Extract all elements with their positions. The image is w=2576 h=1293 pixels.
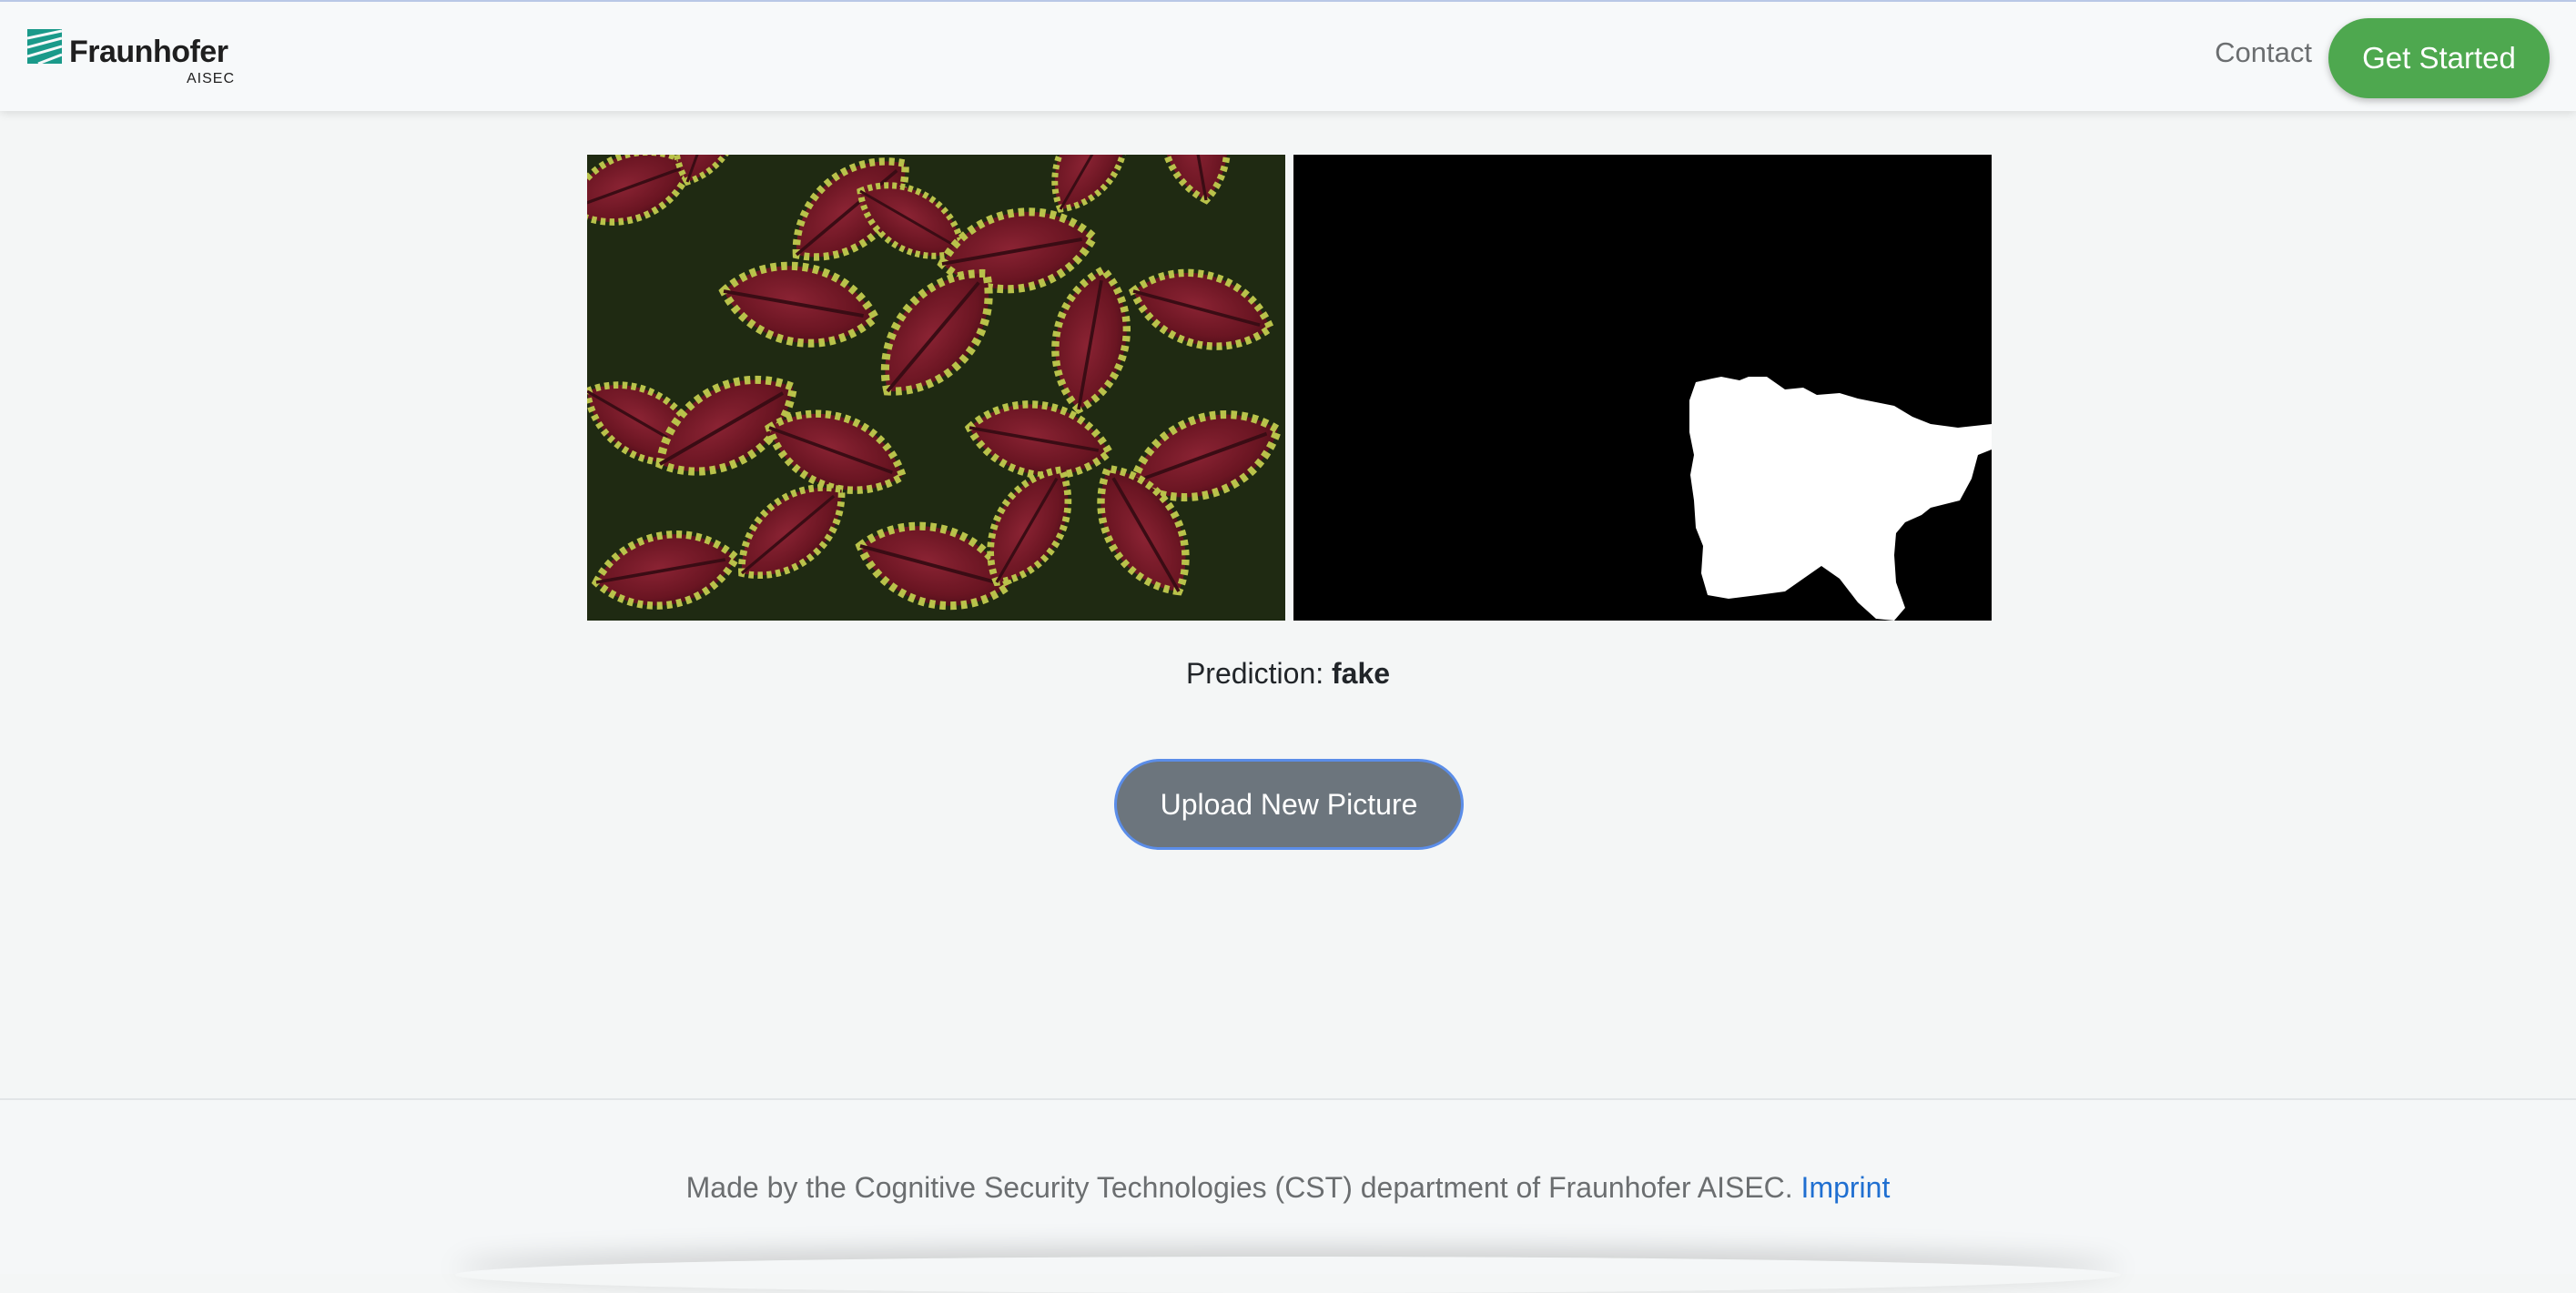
prediction-value: fake — [1332, 657, 1391, 690]
upload-new-picture-button[interactable]: Upload New Picture — [1114, 759, 1464, 850]
get-started-button[interactable]: Get Started — [2328, 18, 2550, 98]
logo-name: Fraunhofer — [69, 35, 228, 69]
top-navbar: Fraunhofer AISEC Contact Get Started — [0, 0, 2576, 111]
logo-subtitle: AISEC — [187, 71, 236, 86]
footer-shadow — [455, 1257, 2121, 1293]
prediction-label: Prediction: — [1185, 657, 1324, 690]
prediction-text: Prediction: fake — [0, 657, 2576, 691]
footer-text-container: Made by the Cognitive Security Technolog… — [0, 1171, 2576, 1205]
fraunhofer-logo-icon — [27, 29, 62, 64]
fraunhofer-logo[interactable]: Fraunhofer AISEC — [27, 27, 237, 91]
nav-contact-link[interactable]: Contact — [2215, 36, 2312, 69]
imprint-link[interactable]: Imprint — [1801, 1171, 1891, 1204]
footer-text: Made by the Cognitive Security Technolog… — [685, 1171, 1793, 1204]
prediction-mask-image — [1293, 155, 1992, 621]
footer: Made by the Cognitive Security Technolog… — [0, 1098, 2576, 1274]
uploaded-image — [587, 155, 1285, 621]
